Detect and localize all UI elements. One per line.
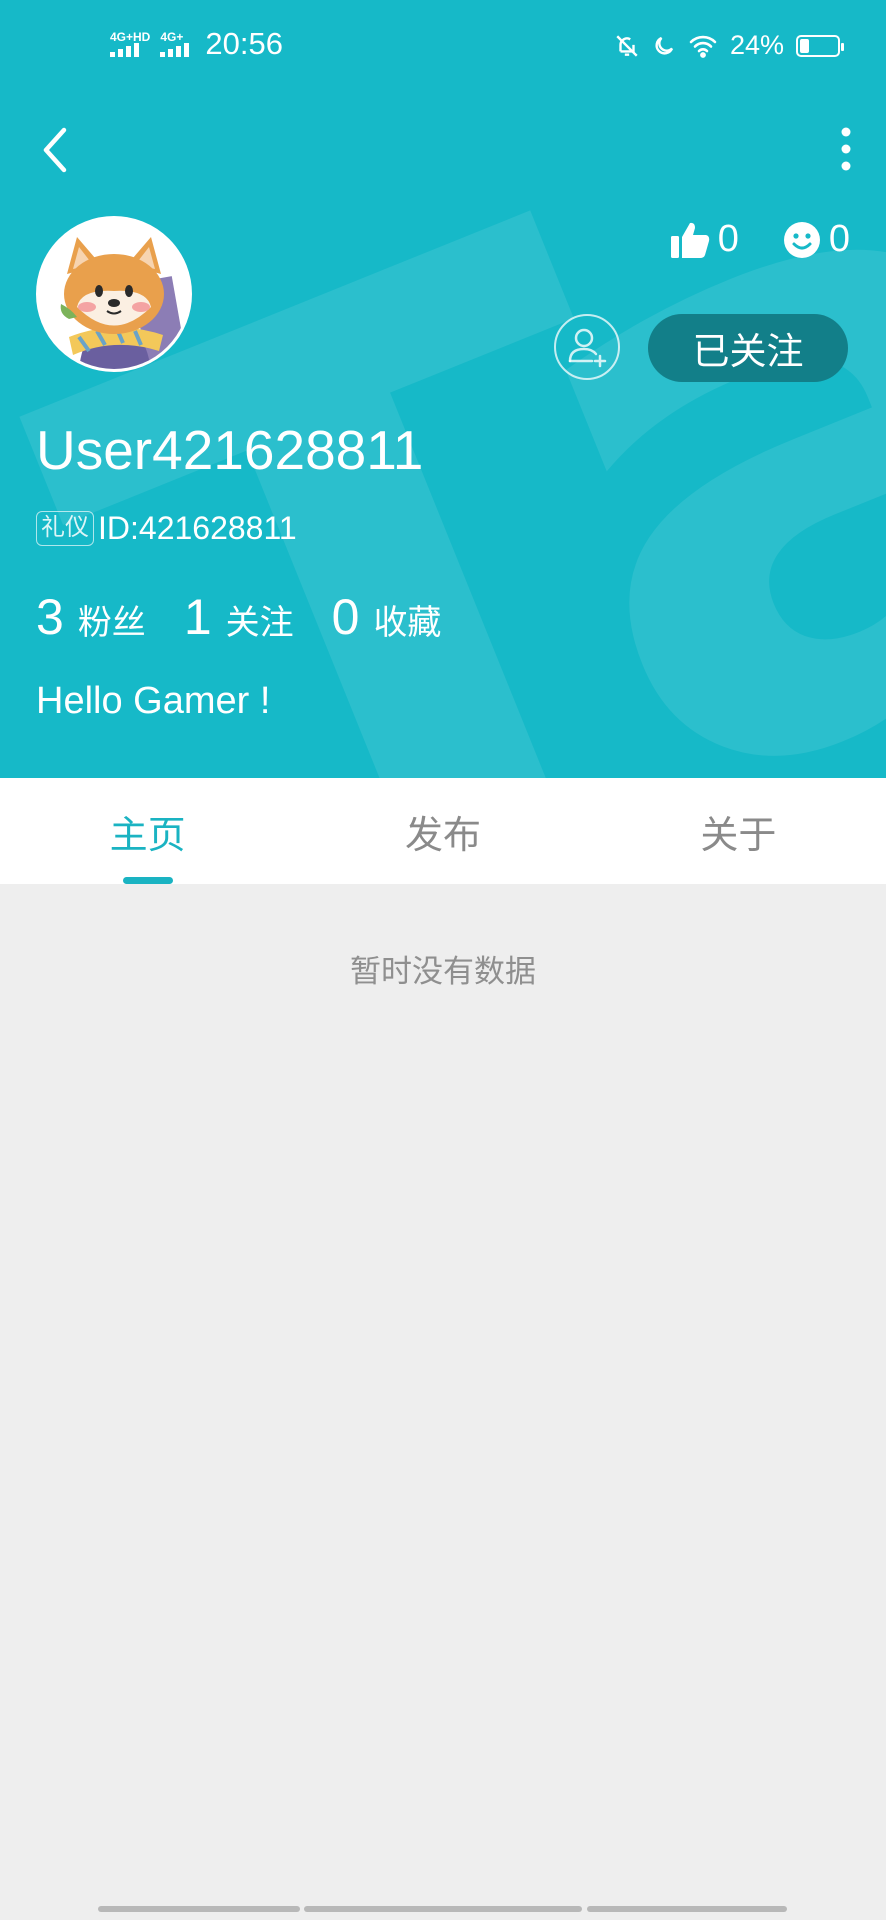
- status-bar: 4G+HD 4G+ 20:56 24%: [0, 0, 886, 100]
- tab-about-label: 关于: [700, 812, 777, 857]
- tab-about[interactable]: 关于: [591, 778, 886, 884]
- signal-icon-1: 4G+HD: [110, 31, 150, 57]
- smiles-stat[interactable]: 0: [783, 218, 850, 261]
- gesture-nav-bar[interactable]: [0, 1906, 886, 1914]
- thumbs-up-icon: [670, 222, 709, 258]
- following-label[interactable]: 关注: [226, 595, 294, 644]
- add-user-button[interactable]: [554, 314, 620, 380]
- followers-count[interactable]: 3: [36, 588, 64, 646]
- user-id: ID:421628811: [98, 510, 297, 546]
- avatar-shiba-image: [39, 219, 189, 369]
- moon-icon: [655, 36, 674, 55]
- user-bio: Hello Gamer !: [36, 680, 271, 722]
- status-time: 20:56: [205, 26, 283, 61]
- username: User421628811: [36, 419, 424, 481]
- followers-label[interactable]: 粉丝: [78, 595, 146, 644]
- tab-posts-label: 发布: [404, 812, 481, 857]
- favorites-count[interactable]: 0: [332, 588, 360, 646]
- add-user-icon: [568, 328, 607, 368]
- network-label-2: 4G+: [160, 30, 184, 44]
- empty-state-message: 暂时没有数据: [350, 954, 536, 990]
- likes-count: 0: [717, 218, 739, 260]
- likes-stat[interactable]: 0: [670, 218, 739, 261]
- following-count[interactable]: 1: [184, 588, 212, 646]
- tab-posts[interactable]: 发布: [295, 778, 590, 884]
- following-button[interactable]: 已关注: [648, 314, 848, 382]
- battery-percent: 24%: [729, 30, 784, 60]
- active-tab-indicator: [122, 877, 173, 884]
- reaction-stats: 0 0: [670, 218, 850, 261]
- user-tag-badge: 礼仪: [36, 511, 94, 546]
- profile-header: Tap 4G+HD 4G+ 20:56 24% 0 0 已关注 User4216…: [0, 0, 886, 778]
- avatar[interactable]: [36, 216, 192, 372]
- background-watermark: Tap: [0, 0, 886, 778]
- user-id-row: 礼仪 ID:421628811: [36, 510, 297, 547]
- tab-home-label: 主页: [109, 812, 186, 857]
- wifi-icon: [689, 35, 717, 58]
- mute-bell-icon: [616, 34, 638, 57]
- smiles-count: 0: [828, 218, 850, 260]
- back-arrow-icon[interactable]: [34, 122, 74, 178]
- network-label-1: 4G+HD: [110, 30, 151, 44]
- favorites-label[interactable]: 收藏: [373, 595, 441, 644]
- profile-tabs: 主页 发布 关于: [0, 778, 886, 884]
- more-vertical-icon[interactable]: [836, 126, 856, 172]
- profile-counts: 3 粉丝 1 关注 0 收藏: [36, 588, 479, 646]
- smiley-icon: [783, 221, 820, 258]
- battery-icon: [796, 34, 844, 57]
- signal-icon-2: 4G+: [160, 30, 190, 57]
- tab-home[interactable]: 主页: [0, 778, 295, 884]
